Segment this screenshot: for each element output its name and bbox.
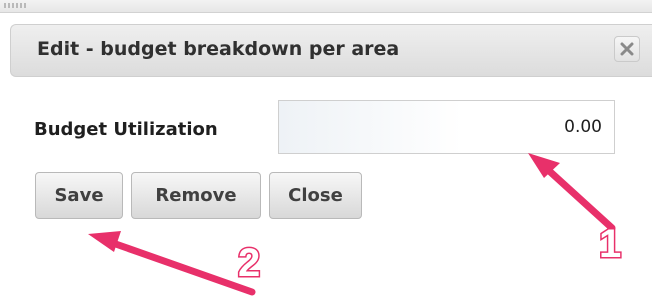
dialog-title: Edit - budget breakdown per area (37, 38, 400, 60)
remove-button[interactable]: Remove (131, 172, 261, 219)
close-x-icon[interactable] (614, 36, 640, 62)
close-icon (620, 42, 634, 56)
dialog-titlebar: Edit - budget breakdown per area (10, 24, 652, 77)
window-top-strip (0, 0, 652, 13)
budget-utilization-label: Budget Utilization (34, 119, 218, 140)
close-button[interactable]: Close (269, 172, 362, 219)
budget-utilization-input[interactable] (278, 100, 615, 154)
save-button[interactable]: Save (35, 172, 123, 219)
grip-icon (4, 3, 26, 8)
edit-dialog: Edit - budget breakdown per area Budget … (10, 24, 652, 303)
